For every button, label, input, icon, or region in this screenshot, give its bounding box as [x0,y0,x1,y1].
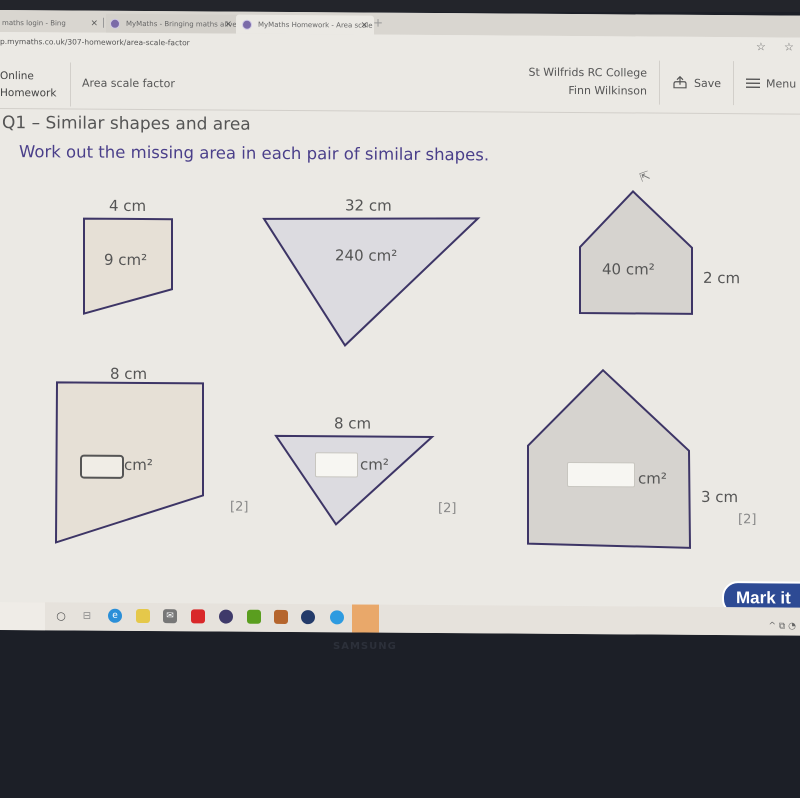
edge-icon[interactable]: e [108,608,122,623]
screen: maths login - Bing × MyMaths - Bringing … [0,10,800,636]
mark-it-label: Mark it [736,588,791,608]
nvidia-icon[interactable] [247,609,261,624]
small-triangle-area-unit: cm² [360,455,389,474]
large-pentagon-area-input[interactable] [567,461,635,488]
small-triangle [274,434,435,526]
shapes-canvas [54,190,693,549]
file-explorer-icon[interactable] [136,608,150,624]
mail-icon[interactable]: ✉ [163,609,177,624]
large-quad-length: 8 cm [110,364,148,384]
small-pentagon-length: 2 cm [703,268,741,288]
game-app-icon[interactable] [191,609,205,624]
app-icon[interactable] [330,610,344,625]
large-quad-area-input[interactable] [80,454,124,479]
large-pentagon-length: 3 cm [701,487,739,507]
large-triangle-length: 32 cm [345,196,392,215]
task-view-icon[interactable]: ⊟ [80,609,94,623]
pair2-marks: [2] [438,501,457,517]
large-pentagon-area-unit: cm² [638,469,667,488]
large-pentagon [527,368,692,549]
large-triangle [262,217,481,347]
game-icon[interactable] [274,609,288,625]
game-launcher-icon[interactable] [219,609,233,624]
pair3-marks: [2] [738,512,757,528]
small-pentagon-area: 40 cm² [602,260,655,279]
large-quad-area-unit: cm² [124,455,153,475]
small-quad-length: 4 cm [109,196,147,216]
system-tray-icons[interactable]: ^ ⧉ ◔ [768,621,796,631]
small-quad-area: 9 cm² [104,250,148,270]
small-pentagon [579,190,693,315]
monitor-brand-logo: SAMSUNG [333,641,397,652]
steam-icon[interactable] [301,610,315,625]
small-triangle-area-input[interactable] [315,452,358,478]
windows-taskbar: ○ ⊟ e ✉ ^ ⧉ ◔ [0,602,800,636]
small-triangle-length: 8 cm [334,414,372,433]
large-triangle-area: 240 cm² [335,246,398,265]
taskbar-search-area[interactable] [0,602,45,631]
discord-icon[interactable] [352,604,379,633]
pair1-marks: [2] [230,499,249,515]
search-icon[interactable]: ○ [54,608,68,622]
